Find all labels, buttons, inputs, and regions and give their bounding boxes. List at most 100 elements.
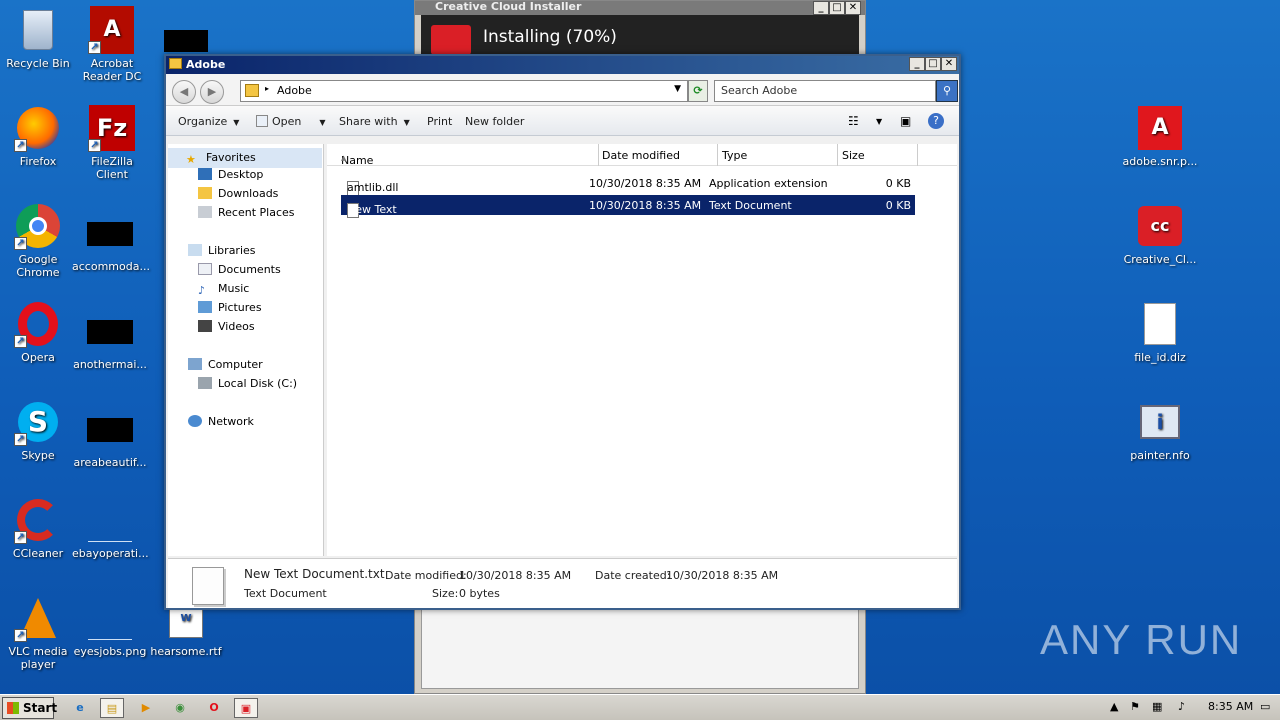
clock[interactable]: 8:35 AM (1208, 700, 1253, 713)
search-icon[interactable]: ⚲ (936, 80, 958, 102)
explorer-taskbar-icon[interactable]: ▤ (100, 698, 124, 718)
details-size-label: Size: (432, 587, 459, 600)
file-row-amtlib[interactable]: amtlib.dll 10/30/2018 8:35 AM Applicatio… (341, 173, 915, 196)
print-button[interactable]: Print (427, 115, 452, 128)
nav-music[interactable]: ♪ Music (198, 282, 249, 297)
cc-installer-header: Installing (70%) (421, 15, 859, 55)
windows-flag-icon (7, 702, 19, 714)
chrome-taskbar-icon[interactable]: ◉ (168, 698, 192, 718)
desktop-icon-creative-cloud[interactable]: cc Creative_Cl... (1122, 202, 1198, 266)
chevron-down-icon[interactable]: ▼ (674, 84, 681, 94)
vlc-icon: ↗ (14, 594, 62, 642)
column-type[interactable]: Type (722, 149, 747, 162)
nav-computer[interactable]: Computer (188, 358, 263, 371)
organize-button[interactable]: Organize ▼ (178, 115, 239, 128)
desktop-icon-ebayoperati[interactable]: ebayoperati... (72, 496, 149, 560)
desktop-icon-vlc[interactable]: ↗ VLC media player (0, 594, 76, 671)
desktop-icon-label: VLC media player (8, 645, 68, 671)
close-button[interactable]: ✕ (941, 57, 957, 71)
nav-recent-places[interactable]: Recent Places (198, 206, 295, 219)
file-name: amtlib.dll (347, 181, 399, 194)
breadcrumb[interactable]: Adobe (277, 84, 312, 97)
details-created-label: Date created: (595, 569, 671, 582)
help-icon[interactable]: ? (928, 113, 944, 129)
minimize-button[interactable]: _ (813, 1, 829, 15)
desktop-icon-anothermai[interactable]: anothermai... (72, 308, 148, 371)
desktop-icon-acrobat[interactable]: A ↗ Acrobat Reader DC (74, 6, 150, 83)
redacted-file-icon (87, 222, 133, 246)
show-hidden-icons-icon[interactable]: ▲ (1110, 700, 1118, 713)
desktop-icon-file-id[interactable]: file_id.diz (1122, 300, 1198, 364)
volume-icon[interactable]: ♪ (1178, 700, 1185, 713)
desktop-icon-opera[interactable]: ↗ Opera (0, 300, 76, 364)
desktop-icon-accommoda[interactable]: accommoda... (72, 210, 150, 273)
nav-videos[interactable]: Videos (198, 320, 255, 333)
desktop-icon-chrome[interactable]: ↗ Google Chrome (0, 202, 76, 279)
creative-cloud-taskbar-icon[interactable]: ▣ (234, 698, 258, 718)
show-desktop-icon[interactable]: ▭ (1260, 700, 1270, 713)
documents-icon (198, 263, 212, 275)
network-icon (188, 415, 202, 427)
column-date-modified[interactable]: Date modified (602, 149, 680, 162)
skype-icon: S ↗ (14, 398, 62, 446)
desktop-icon-ccleaner[interactable]: ↗ CCleaner (0, 496, 76, 560)
drive-icon (198, 377, 212, 389)
creative-cloud-icon (431, 25, 471, 55)
nav-desktop[interactable]: Desktop (198, 168, 263, 181)
desktop-icon-firefox[interactable]: ↗ Firefox (0, 104, 76, 168)
desktop-icon-recycle-bin[interactable]: Recycle Bin (0, 6, 76, 70)
share-with-button[interactable]: Share with ▼ (339, 115, 410, 128)
address-bar[interactable]: ▸ Adobe ▼ (240, 80, 688, 102)
explorer-window[interactable]: Adobe _ □ ✕ ◀ ▶ ▸ Adobe ▼ ⟳ Search Adobe ⚲… (164, 54, 961, 610)
change-view-icon[interactable]: ☷ (848, 114, 859, 128)
desktop-icon-filezilla[interactable]: Fz ↗ FileZilla Client (74, 104, 150, 181)
desktop-icon-skype[interactable]: S ↗ Skype (0, 398, 76, 462)
details-modified-label: Date modified: (385, 569, 467, 582)
network-tray-icon[interactable]: ▦ (1152, 700, 1162, 713)
details-modified-value: 10/30/2018 8:35 AM (459, 569, 572, 582)
nav-documents[interactable]: Documents (198, 263, 281, 276)
cc-installer-titlebar[interactable]: Creative Cloud Installer _ □ ✕ (415, 1, 865, 15)
install-status: Installing (70%) (483, 27, 617, 47)
text-document-icon (192, 567, 224, 605)
nav-downloads[interactable]: Downloads (198, 187, 278, 200)
chevron-down-icon[interactable]: ▼ (876, 117, 882, 126)
window-title: Adobe (186, 58, 226, 71)
nav-favorites[interactable]: ★ Favorites (168, 148, 322, 168)
opera-taskbar-icon[interactable]: O (202, 698, 226, 718)
column-size[interactable]: Size (842, 149, 865, 162)
details-pane: New Text Document.txt Text Document Date… (168, 558, 957, 608)
action-center-flag-icon[interactable]: ⚑ (1130, 700, 1140, 713)
file-row-new-text-document[interactable]: New Text Document.txt 10/30/2018 8:35 AM… (341, 195, 915, 229)
desktop-icon-partial[interactable] (164, 30, 208, 52)
nav-local-disk[interactable]: Local Disk (C:) (198, 377, 297, 390)
refresh-button[interactable]: ⟳ (688, 80, 708, 102)
chevron-right-icon[interactable]: ▸ (265, 84, 269, 93)
anyrun-watermark: ANY RUN (1040, 616, 1243, 663)
preview-pane-icon[interactable]: ▣ (900, 114, 911, 128)
start-button[interactable]: Start (2, 697, 57, 719)
nav-network[interactable]: Network (188, 415, 254, 428)
desktop-icon-adobe-snr[interactable]: A adobe.snr.p... (1122, 104, 1198, 168)
explorer-titlebar[interactable]: Adobe _ □ ✕ (166, 56, 959, 74)
desktop-icon-areabeautif[interactable]: areabeautif... (72, 406, 148, 469)
search-input[interactable]: Search Adobe (714, 80, 936, 102)
new-folder-button[interactable]: New folder (465, 115, 524, 128)
taskbar: Start e ▤ ▶ ◉ O ▣ ▲ ⚑ ▦ ♪ 8:35 AM ▭ (0, 694, 1280, 720)
nav-pictures[interactable]: Pictures (198, 301, 262, 314)
forward-button[interactable]: ▶ (200, 80, 224, 104)
minimize-button[interactable]: _ (909, 57, 925, 71)
internet-explorer-icon[interactable]: e (68, 698, 92, 718)
redacted-file-icon (87, 418, 133, 442)
desktop-icon-eyesjobs[interactable]: eyesjobs.png (72, 594, 148, 658)
open-button[interactable]: Open ▼ (256, 115, 326, 128)
back-button[interactable]: ◀ (172, 80, 196, 104)
opera-icon: ↗ (14, 300, 62, 348)
maximize-button[interactable]: □ (925, 57, 941, 71)
maximize-button[interactable]: □ (829, 1, 845, 15)
nav-libraries[interactable]: Libraries (188, 244, 256, 257)
close-button[interactable]: ✕ (845, 1, 861, 15)
ccleaner-icon: ↗ (14, 496, 62, 544)
media-player-icon[interactable]: ▶ (134, 698, 158, 718)
desktop-icon-painter[interactable]: i painter.nfo (1122, 398, 1198, 462)
